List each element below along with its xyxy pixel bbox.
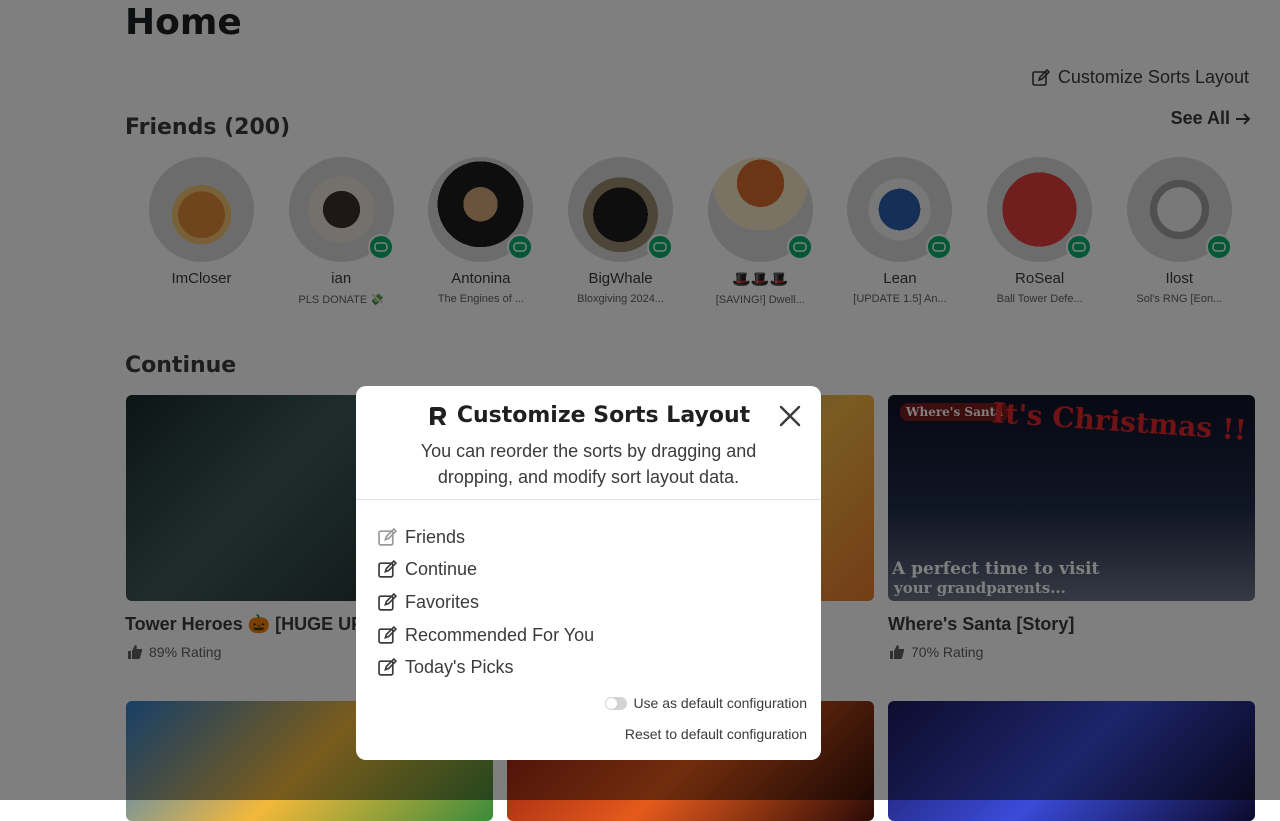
modal-title: Customize Sorts Layout — [427, 403, 750, 428]
edit-icon[interactable] — [378, 625, 397, 645]
edit-icon[interactable] — [378, 560, 397, 579]
sort-item-label: Today's Picks — [405, 657, 514, 678]
sort-item-label: Recommended For You — [405, 624, 595, 645]
sort-item-friends[interactable]: Friends — [378, 521, 594, 554]
sort-list: Friends Continue Favorites Recommended F… — [378, 521, 594, 684]
sort-item-todays-picks[interactable]: Today's Picks — [378, 651, 594, 684]
close-button[interactable] — [776, 402, 804, 430]
customize-sorts-modal: Customize Sorts Layout You can reorder t… — [356, 386, 821, 760]
default-config-toggle-row: Use as default configuration — [605, 695, 807, 711]
sort-item-continue[interactable]: Continue — [378, 554, 594, 587]
modal-title-text: Customize Sorts Layout — [456, 403, 751, 428]
edit-icon[interactable] — [378, 527, 397, 547]
close-icon — [779, 405, 801, 427]
modal-description: You can reorder the sorts by dragging an… — [420, 440, 757, 487]
sort-item-favorites[interactable]: Favorites — [378, 586, 594, 619]
divider — [356, 499, 821, 500]
roseal-icon — [429, 406, 446, 425]
sort-item-label: Favorites — [405, 591, 480, 612]
default-config-label: Use as default configuration — [633, 695, 807, 711]
reset-default-button[interactable]: Reset to default configuration — [625, 726, 807, 742]
edit-icon[interactable] — [378, 658, 397, 677]
default-config-toggle[interactable] — [605, 696, 628, 710]
sort-item-label: Friends — [405, 526, 466, 547]
edit-icon[interactable] — [378, 592, 397, 612]
modal-header: Customize Sorts Layout You can reorder t… — [356, 403, 821, 490]
sort-item-label: Continue — [405, 559, 478, 580]
sort-item-recommended[interactable]: Recommended For You — [378, 619, 594, 652]
